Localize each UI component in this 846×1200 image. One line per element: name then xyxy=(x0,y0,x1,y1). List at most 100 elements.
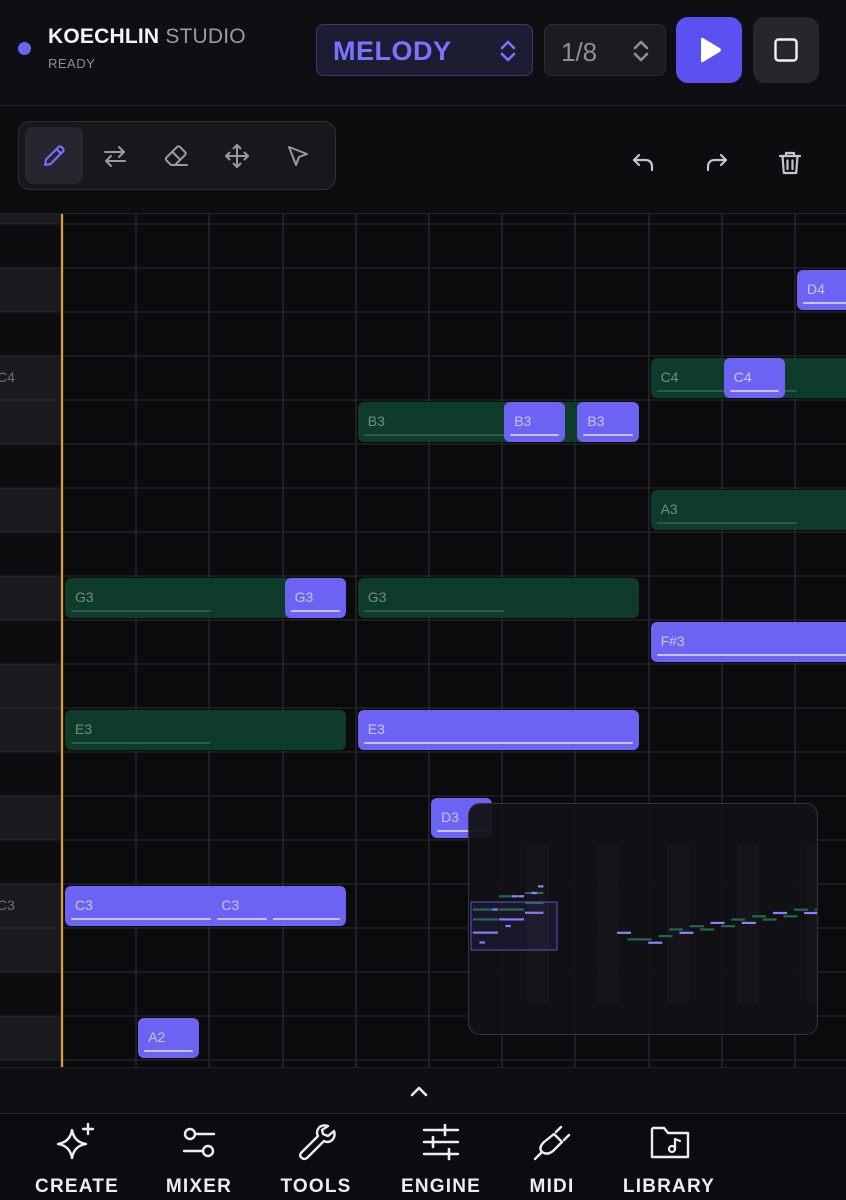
selected-note[interactable]: G3 xyxy=(284,578,346,618)
status-indicator xyxy=(18,42,31,55)
note-velocity-line xyxy=(363,742,633,744)
note-label: B3 xyxy=(367,413,385,429)
brand-name: KOECHLIN xyxy=(48,25,160,48)
selected-note[interactable]: C3 xyxy=(65,886,346,926)
wrench-icon xyxy=(299,1124,336,1161)
eraser-icon xyxy=(164,145,188,166)
piano-roll[interactable]: C4 C3 C4 B3 A3 G3 G3 E3 D4 C4 B3 B3 G3 F#3 E3 D3 C3 C3 A2 xyxy=(0,214,846,1067)
note-label: E3 xyxy=(75,721,93,737)
play-button[interactable] xyxy=(676,17,742,83)
nav-label: CREATE xyxy=(35,1176,119,1197)
note-label: G3 xyxy=(367,589,387,605)
selected-note[interactable]: B3 xyxy=(504,402,566,442)
selected-note[interactable]: A2 xyxy=(138,1018,200,1058)
transpose-tool-button[interactable] xyxy=(86,127,144,184)
nav-midi[interactable]: MIDI xyxy=(514,1114,590,1200)
tool-group xyxy=(18,121,336,190)
note-velocity-line xyxy=(363,610,505,612)
erase-tool-button[interactable] xyxy=(147,127,205,184)
track-select-value: MELODY xyxy=(333,36,452,66)
chevron-up-icon xyxy=(410,1086,428,1097)
stop-icon xyxy=(774,38,798,62)
note-label: G3 xyxy=(294,589,314,605)
note-label: C4 xyxy=(733,369,752,385)
note-label: A2 xyxy=(148,1029,166,1045)
note-label: B3 xyxy=(514,413,532,429)
status-text: READY xyxy=(48,56,96,71)
app-header: KOECHLIN STUDIO READY MELODY 1/8 xyxy=(0,0,846,106)
brand-suffix: STUDIO xyxy=(165,25,246,48)
move-tool-button[interactable] xyxy=(208,127,266,184)
note-label: C3 xyxy=(75,897,93,913)
quantize-select[interactable]: 1/8 xyxy=(544,24,666,76)
drawer-handle-bar xyxy=(0,1067,846,1113)
note-velocity-line xyxy=(71,918,340,920)
row-label: C3 xyxy=(0,897,15,913)
trash-icon xyxy=(778,151,802,175)
nav-create[interactable]: CREATE xyxy=(22,1114,132,1200)
selected-note[interactable]: D4 xyxy=(797,270,846,310)
note-label: D4 xyxy=(807,281,825,297)
undo-icon xyxy=(632,153,654,172)
nav-engine[interactable]: ENGINE xyxy=(386,1114,496,1200)
nav-label: TOOLS xyxy=(280,1176,352,1197)
editing-toolbar xyxy=(0,106,846,214)
note-velocity-line xyxy=(290,610,340,612)
play-icon xyxy=(701,37,721,63)
app-title: KOECHLIN STUDIO xyxy=(48,25,246,49)
selected-note[interactable]: C4 xyxy=(723,358,785,398)
sliders-icon xyxy=(182,1127,216,1158)
note-velocity-line xyxy=(656,654,846,656)
nav-label: MIXER xyxy=(165,1176,233,1197)
minimap[interactable] xyxy=(468,803,818,1035)
nav-label: ENGINE xyxy=(400,1176,482,1197)
note-label: B3 xyxy=(587,413,605,429)
redo-button[interactable] xyxy=(696,142,736,182)
nav-label: LIBRARY xyxy=(622,1176,716,1197)
move-arrows-icon xyxy=(225,144,249,168)
note-label: E3 xyxy=(367,721,385,737)
music-folder-icon xyxy=(650,1126,690,1159)
chevron-updown-icon xyxy=(500,40,516,62)
note-velocity-line xyxy=(363,434,505,436)
nav-library[interactable]: LIBRARY xyxy=(614,1114,724,1200)
delete-button[interactable] xyxy=(769,142,809,182)
note-velocity-line xyxy=(583,434,633,436)
selected-note[interactable]: F#3 xyxy=(650,622,846,662)
note-velocity-line xyxy=(71,610,212,612)
sparkle-icon xyxy=(56,1122,95,1160)
chevron-updown-icon xyxy=(633,40,649,62)
nav-mixer[interactable]: MIXER xyxy=(147,1114,251,1200)
note-label: F#3 xyxy=(660,633,685,649)
note-velocity-line xyxy=(803,302,846,304)
selected-note[interactable]: B3 xyxy=(577,402,639,442)
selected-note[interactable]: C3 xyxy=(211,886,273,926)
row-label: C4 xyxy=(0,369,15,385)
playhead[interactable] xyxy=(61,214,63,1067)
track-select[interactable]: MELODY xyxy=(316,24,533,76)
note[interactable]: E3 xyxy=(65,710,346,750)
minimap-overview xyxy=(470,844,817,1004)
note-label: G3 xyxy=(75,589,94,605)
note[interactable]: A3 xyxy=(650,490,846,530)
redo-icon xyxy=(706,153,728,172)
note-velocity-line xyxy=(217,918,267,920)
note-velocity-line xyxy=(71,742,212,744)
note-label: D3 xyxy=(441,809,459,825)
equalizer-icon xyxy=(422,1123,460,1161)
draw-tool-button[interactable] xyxy=(25,127,83,184)
nav-tools[interactable]: TOOLS xyxy=(266,1114,366,1200)
quantize-select-value: 1/8 xyxy=(561,37,598,67)
selected-note[interactable]: E3 xyxy=(357,710,639,750)
stop-button[interactable] xyxy=(753,17,819,83)
swap-arrows-icon xyxy=(104,146,126,167)
note-velocity-line xyxy=(656,522,797,524)
expand-button[interactable] xyxy=(406,1078,432,1104)
note[interactable]: G3 xyxy=(357,578,639,618)
bottom-navigation: CREATE MIXER TOOLS ENGINE MIDI LIBRARY xyxy=(0,1113,846,1200)
pointer-icon xyxy=(288,146,308,166)
note-label: C4 xyxy=(660,369,679,385)
note-velocity-line xyxy=(729,390,779,392)
undo-button[interactable] xyxy=(622,142,662,182)
select-tool-button[interactable] xyxy=(269,127,327,184)
